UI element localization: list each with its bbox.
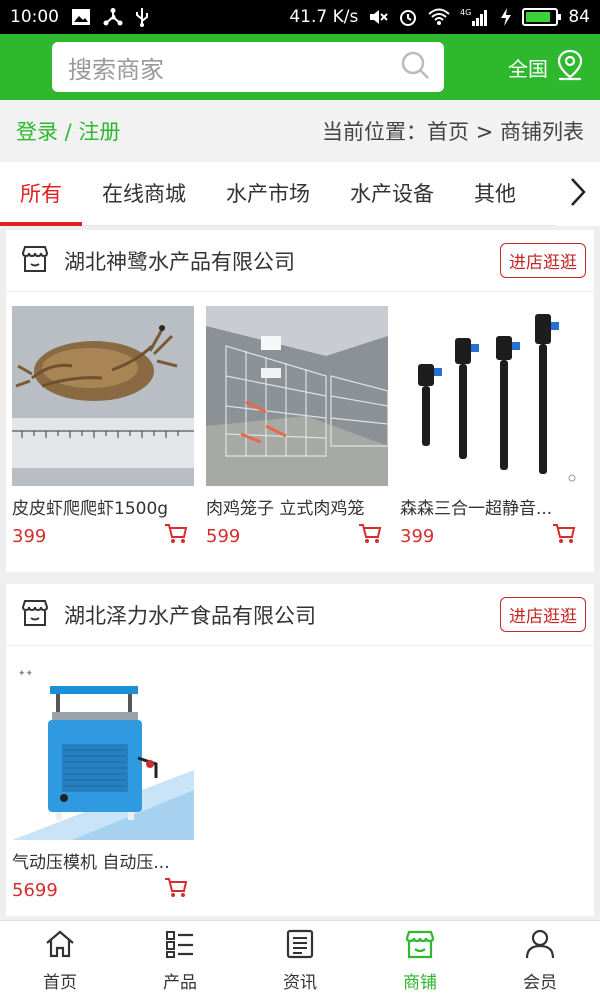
product-name[interactable]: 肉鸡笼子 立式肉鸡笼 bbox=[206, 494, 388, 519]
home-icon bbox=[44, 929, 76, 964]
status-bar: 10:00 41.7 K/s 4G 84 bbox=[0, 0, 600, 34]
cart-icon[interactable] bbox=[552, 523, 576, 549]
cart-icon[interactable] bbox=[358, 523, 382, 549]
share-icon bbox=[103, 8, 123, 26]
product-price: 599 bbox=[206, 525, 241, 547]
user-icon bbox=[524, 929, 556, 964]
breadcrumb: 当前位置：首页 > 商铺列表 bbox=[322, 120, 584, 144]
shop-name[interactable]: 湖北泽力水产食品有限公司 bbox=[64, 600, 316, 630]
usb-icon bbox=[135, 7, 149, 27]
product-name[interactable]: 森森三合一超静音... bbox=[400, 494, 582, 519]
image-notification-icon bbox=[71, 8, 91, 26]
product-list: ✦✦ 气动压模机 自动压... 5699 bbox=[6, 646, 594, 903]
nav-member-label: 会员 bbox=[523, 972, 557, 993]
battery-percent: 84 bbox=[568, 7, 590, 27]
nav-home-label: 首页 bbox=[43, 972, 77, 993]
nav-shops[interactable]: 商铺 bbox=[360, 921, 480, 1000]
svg-text:✦✦: ✦✦ bbox=[18, 669, 34, 679]
product-price: 399 bbox=[400, 525, 435, 547]
mute-icon bbox=[368, 8, 389, 26]
app-header: 搜索商家 全国 bbox=[0, 34, 600, 100]
product-list: 皮皮虾爬爬虾1500g 399 肉鸡笼子 立式肉鸡笼 599 森森三合一超静音.… bbox=[6, 292, 594, 549]
press-machine-photo[interactable]: ✦✦ bbox=[12, 660, 194, 840]
enter-shop-button[interactable]: 进店逛逛 bbox=[500, 597, 586, 632]
product-name[interactable]: 气动压模机 自动压... bbox=[12, 848, 194, 873]
network-speed: 41.7 K/s bbox=[289, 7, 359, 27]
enter-shop-button[interactable]: 进店逛逛 bbox=[500, 243, 586, 278]
product-name[interactable]: 皮皮虾爬爬虾1500g bbox=[12, 494, 194, 519]
product-card[interactable]: 森森三合一超静音... 399 bbox=[400, 306, 582, 549]
nav-news-label: 资讯 bbox=[283, 972, 317, 993]
product-card[interactable]: 皮皮虾爬爬虾1500g 399 bbox=[12, 306, 194, 549]
shop-card: 湖北神鹭水产品有限公司 进店逛逛 皮皮虾爬爬虾1500g 399 肉鸡笼子 立式… bbox=[6, 230, 594, 572]
location-pin-icon bbox=[556, 49, 584, 86]
shop-name[interactable]: 湖北神鹭水产品有限公司 bbox=[64, 246, 295, 276]
product-price: 5699 bbox=[12, 879, 58, 901]
chicken-cage-photo[interactable] bbox=[206, 306, 388, 486]
nav-member[interactable]: 会员 bbox=[480, 921, 600, 1000]
mantis-shrimp-photo[interactable] bbox=[12, 306, 194, 486]
tab-online-mall[interactable]: 在线商城 bbox=[82, 162, 206, 226]
tab-aquatic-market[interactable]: 水产市场 bbox=[206, 162, 330, 226]
nav-products-label: 产品 bbox=[163, 972, 197, 993]
breadcrumb-bar: 登录 / 注册 当前位置：首页 > 商铺列表 bbox=[0, 100, 600, 162]
svg-text:4G: 4G bbox=[460, 8, 471, 17]
storefront-icon bbox=[20, 244, 50, 278]
charging-icon bbox=[500, 8, 512, 26]
aquarium-pump-photo[interactable] bbox=[400, 306, 582, 486]
tab-aquatic-equipment[interactable]: 水产设备 bbox=[330, 162, 454, 226]
nav-home[interactable]: 首页 bbox=[0, 921, 120, 1000]
chevron-right-icon bbox=[568, 176, 588, 212]
nav-products[interactable]: 产品 bbox=[120, 921, 240, 1000]
shop-header: 湖北泽力水产食品有限公司 进店逛逛 bbox=[6, 584, 594, 646]
search-bar[interactable]: 搜索商家 bbox=[52, 42, 444, 92]
product-price: 399 bbox=[12, 525, 47, 547]
news-icon bbox=[284, 929, 316, 964]
tab-all[interactable]: 所有 bbox=[0, 162, 82, 226]
product-card[interactable]: ✦✦ 气动压模机 自动压... 5699 bbox=[12, 660, 194, 903]
region-selector[interactable]: 全国 bbox=[508, 49, 584, 86]
shop-icon bbox=[404, 929, 436, 964]
shop-header: 湖北神鹭水产品有限公司 进店逛逛 bbox=[6, 230, 594, 292]
nav-news[interactable]: 资讯 bbox=[240, 921, 360, 1000]
alarm-icon bbox=[398, 7, 418, 27]
search-input[interactable]: 搜索商家 bbox=[68, 50, 400, 85]
list-icon bbox=[164, 929, 196, 964]
status-time: 10:00 bbox=[10, 7, 59, 27]
bottom-nav: 首页 产品 资讯 商铺 会员 bbox=[0, 920, 600, 1000]
cart-icon[interactable] bbox=[164, 523, 188, 549]
region-label: 全国 bbox=[508, 56, 548, 81]
nav-shops-label: 商铺 bbox=[403, 972, 437, 993]
cart-icon[interactable] bbox=[164, 877, 188, 903]
wifi-icon bbox=[428, 8, 451, 26]
battery-icon bbox=[522, 8, 562, 26]
search-icon[interactable] bbox=[400, 50, 430, 84]
product-card[interactable]: 肉鸡笼子 立式肉鸡笼 599 bbox=[206, 306, 388, 549]
cellular-signal-icon: 4G bbox=[460, 7, 490, 27]
login-register-link[interactable]: 登录 / 注册 bbox=[16, 116, 120, 146]
category-tabs: 所有 在线商城 水产市场 水产设备 其他 bbox=[0, 161, 600, 226]
shop-card: 湖北泽力水产食品有限公司 进店逛逛 ✦✦ 气动压模机 自动压... 5699 bbox=[6, 584, 594, 916]
storefront-icon bbox=[20, 598, 50, 632]
tab-other[interactable]: 其他 bbox=[454, 162, 536, 226]
tabs-more-button[interactable] bbox=[556, 161, 600, 226]
